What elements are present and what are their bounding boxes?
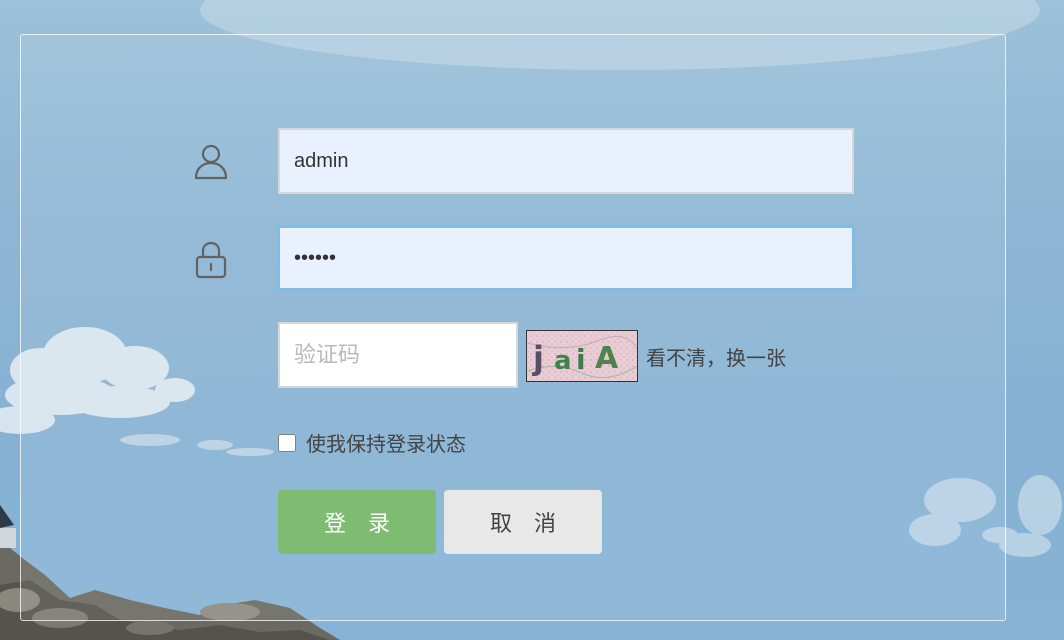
login-panel	[20, 34, 1006, 621]
